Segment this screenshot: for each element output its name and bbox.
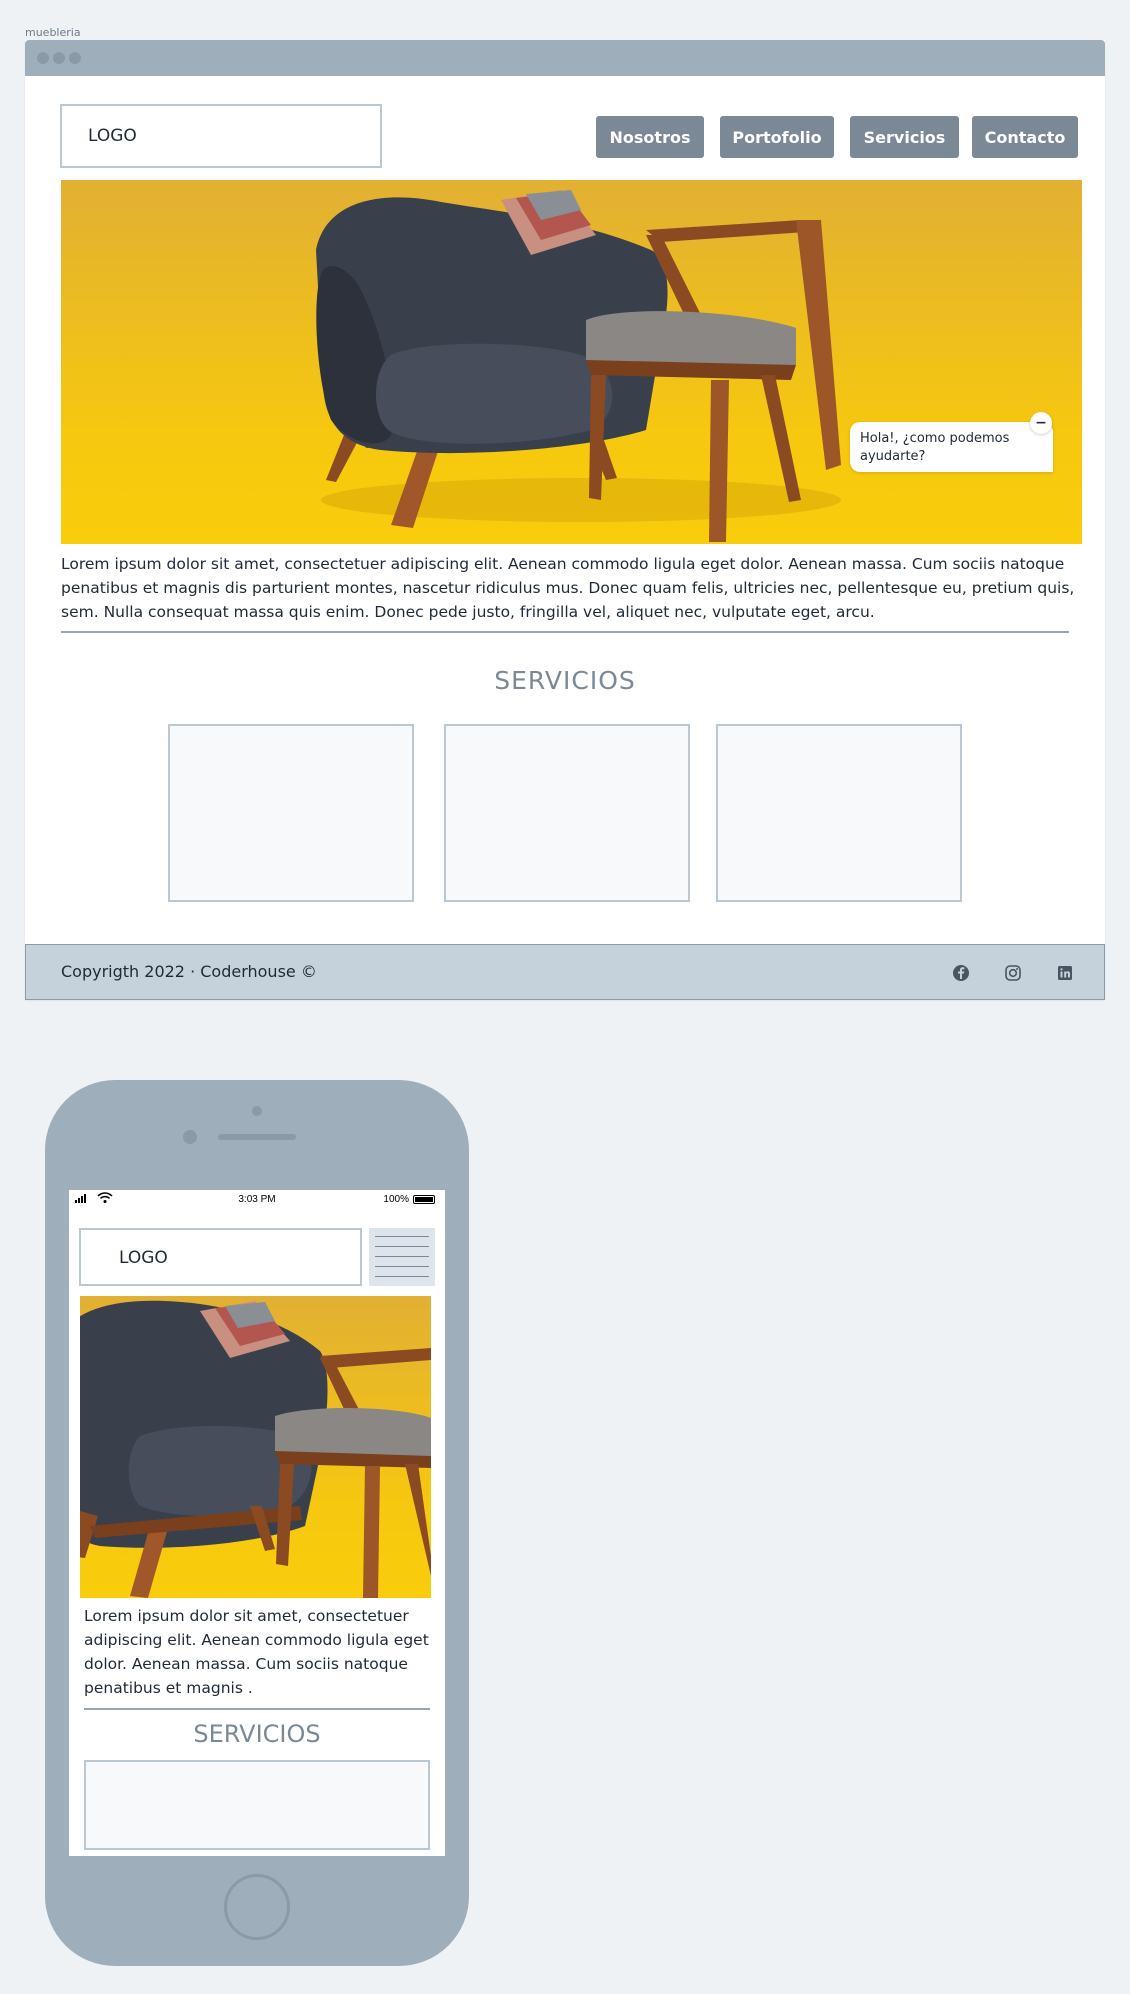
battery-icon bbox=[413, 1195, 435, 1204]
nav-nosotros-button[interactable]: Nosotros bbox=[596, 116, 704, 158]
battery-percent: 100% bbox=[383, 1194, 409, 1205]
browser-title-bar bbox=[25, 40, 1105, 76]
servicios-heading: SERVICIOS bbox=[494, 666, 636, 695]
chat-minimize-button[interactable]: − bbox=[1030, 412, 1052, 434]
sensor-icon bbox=[183, 1130, 197, 1144]
mobile-phone-frame: 3:03 PM 100% LOGO Lorem ipsum dolor sit … bbox=[45, 1080, 469, 1966]
desktop-page: LOGO Nosotros Portofolio Servicios Conta… bbox=[25, 76, 1105, 1000]
service-card[interactable] bbox=[168, 724, 414, 902]
mobile-logo-text: LOGO bbox=[119, 1248, 168, 1268]
intro-paragraph: Lorem ipsum dolor sit amet, consectetuer… bbox=[61, 555, 1075, 621]
mobile-section-divider bbox=[84, 1708, 430, 1710]
mobile-hero-image bbox=[80, 1296, 431, 1598]
footer: Copyrigth 2022 · Coderhouse © bbox=[25, 944, 1105, 1000]
chat-message: Hola!, ¿como podemos ayudarte? bbox=[860, 431, 1010, 464]
mobile-service-card[interactable] bbox=[84, 1760, 430, 1850]
logo[interactable]: LOGO bbox=[60, 104, 382, 168]
window-dot-icon bbox=[69, 52, 81, 64]
home-button[interactable] bbox=[224, 1874, 290, 1940]
service-card[interactable] bbox=[716, 724, 962, 902]
nav-contacto-button[interactable]: Contacto bbox=[972, 116, 1078, 158]
window-dot-icon bbox=[53, 52, 65, 64]
hamburger-menu-icon[interactable] bbox=[369, 1228, 435, 1286]
instagram-icon[interactable] bbox=[1003, 963, 1023, 983]
mobile-logo[interactable]: LOGO bbox=[79, 1228, 362, 1286]
hero-image bbox=[61, 180, 1082, 544]
mobile-screen: 3:03 PM 100% LOGO Lorem ipsum dolor sit … bbox=[69, 1190, 445, 1856]
chat-widget-bubble[interactable]: Hola!, ¿como podemos ayudarte? bbox=[850, 422, 1053, 472]
status-bar: 3:03 PM 100% bbox=[69, 1190, 445, 1208]
logo-text: LOGO bbox=[88, 126, 137, 146]
nav-portofolio-button[interactable]: Portofolio bbox=[720, 116, 834, 158]
section-divider bbox=[61, 631, 1069, 633]
frame-label: muebleria bbox=[25, 26, 81, 39]
service-card[interactable] bbox=[444, 724, 690, 902]
window-dot-icon bbox=[37, 52, 49, 64]
mobile-intro-paragraph: Lorem ipsum dolor sit amet, consectetuer… bbox=[84, 1607, 429, 1697]
nav-servicios-button[interactable]: Servicios bbox=[850, 116, 959, 158]
speaker-icon bbox=[218, 1134, 296, 1140]
camera-icon bbox=[252, 1106, 262, 1116]
desktop-browser-frame: LOGO Nosotros Portofolio Servicios Conta… bbox=[25, 40, 1105, 1000]
linkedin-icon[interactable] bbox=[1055, 963, 1075, 983]
mobile-servicios-heading: SERVICIOS bbox=[193, 1720, 321, 1748]
facebook-icon[interactable] bbox=[951, 963, 971, 983]
footer-copyright: Copyrigth 2022 · Coderhouse © bbox=[61, 962, 317, 981]
